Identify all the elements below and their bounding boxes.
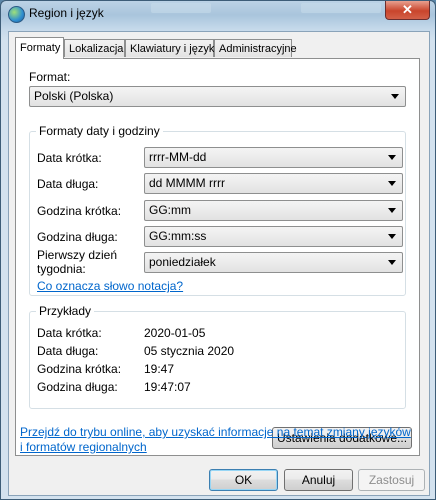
background-blur bbox=[151, 3, 211, 13]
long-date-value: dd MMMM rrrr bbox=[149, 176, 225, 190]
notation-help-link[interactable]: Co oznacza słowo notacja? bbox=[37, 279, 183, 293]
cancel-button[interactable]: Anuluj bbox=[284, 469, 353, 491]
dialog-client-area: Formaty Lokalizacja Klawiatury i języki … bbox=[8, 31, 430, 496]
chevron-down-icon bbox=[388, 208, 396, 213]
date-time-formats-group: Formaty daty i godziny Data krótka: rrrr… bbox=[29, 124, 406, 296]
apply-button[interactable]: Zastosuj bbox=[358, 469, 425, 491]
chevron-down-icon bbox=[388, 155, 396, 160]
short-time-value: GG:mm bbox=[149, 203, 191, 217]
long-time-label: Godzina długa: bbox=[37, 230, 118, 244]
window-title: Region i język bbox=[29, 6, 104, 20]
example-short-date-value: 2020-01-05 bbox=[144, 326, 206, 340]
example-short-time-value: 19:47 bbox=[144, 362, 175, 376]
first-day-of-week-select[interactable]: poniedziałek bbox=[144, 252, 403, 273]
first-day-of-week-label: Pierwszy dzień tygodnia: bbox=[37, 248, 118, 276]
formats-tab-panel: Format: Polski (Polska) Formaty daty i g… bbox=[15, 58, 420, 456]
chevron-down-icon bbox=[388, 234, 396, 239]
title-bar[interactable]: Region i język ✕ bbox=[1, 1, 435, 27]
background-blur bbox=[301, 3, 381, 13]
example-long-time-value: 19:47:07 bbox=[144, 380, 191, 394]
first-day-of-week-value: poniedziałek bbox=[149, 255, 216, 269]
close-button[interactable]: ✕ bbox=[385, 1, 430, 20]
short-time-select[interactable]: GG:mm bbox=[144, 200, 403, 221]
tab-lokalizacja[interactable]: Lokalizacja bbox=[64, 39, 125, 57]
chevron-down-icon bbox=[388, 181, 396, 186]
short-date-value: rrrr-MM-dd bbox=[149, 150, 207, 164]
date-time-formats-title: Formaty daty i godziny bbox=[36, 124, 163, 138]
tab-formaty[interactable]: Formaty bbox=[15, 37, 64, 59]
long-date-select[interactable]: dd MMMM rrrr bbox=[144, 173, 403, 194]
long-time-select[interactable]: GG:mm:ss bbox=[144, 226, 403, 247]
long-time-value: GG:mm:ss bbox=[149, 229, 207, 243]
format-label: Format: bbox=[29, 70, 71, 84]
chevron-down-icon bbox=[391, 94, 399, 99]
example-long-time-label: Godzina długa: bbox=[37, 380, 118, 394]
examples-title: Przykłady bbox=[36, 304, 95, 318]
ok-button[interactable]: OK bbox=[209, 469, 278, 491]
format-select[interactable]: Polski (Polska) bbox=[29, 86, 406, 107]
long-date-label: Data długa: bbox=[37, 177, 99, 191]
online-info-link[interactable]: Przejdź do trybu online, aby uzyskać inf… bbox=[20, 425, 416, 455]
example-long-date-value: 05 stycznia 2020 bbox=[144, 344, 235, 358]
short-date-label: Data krótka: bbox=[37, 151, 102, 165]
globe-icon bbox=[8, 6, 25, 23]
chevron-down-icon bbox=[388, 260, 396, 265]
format-select-value: Polski (Polska) bbox=[34, 89, 114, 103]
example-short-date-label: Data krótka: bbox=[37, 326, 102, 340]
short-date-select[interactable]: rrrr-MM-dd bbox=[144, 147, 403, 168]
example-short-time-label: Godzina krótka: bbox=[37, 362, 122, 376]
example-long-date-label: Data długa: bbox=[37, 344, 99, 358]
tab-klawiatury-i-jezyki[interactable]: Klawiatury i języki bbox=[125, 39, 217, 57]
examples-group: Przykłady Data krótka: 2020-01-05 Data d… bbox=[29, 304, 406, 409]
region-dialog-window: Region i język ✕ Formaty Lokalizacja Kla… bbox=[0, 0, 436, 500]
tab-administracyjne[interactable]: Administracyjne bbox=[214, 39, 297, 57]
short-time-label: Godzina krótka: bbox=[37, 204, 122, 218]
